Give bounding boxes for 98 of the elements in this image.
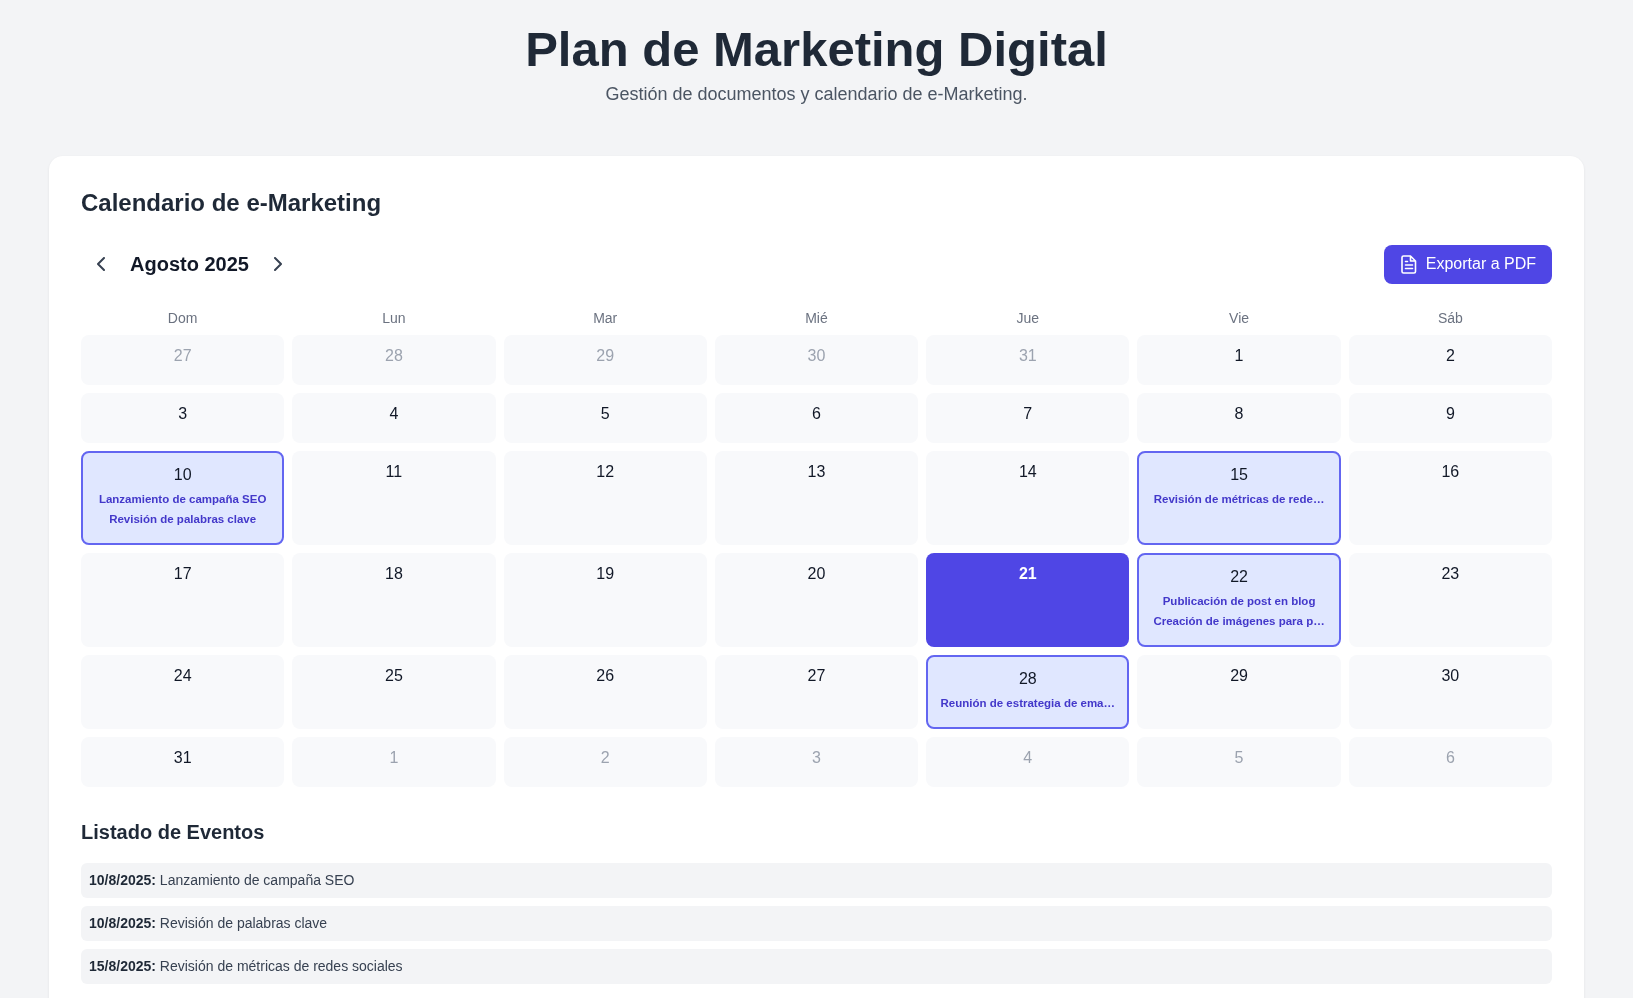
day-number: 27 <box>807 666 826 686</box>
calendar-event: Publicación de post en blog <box>1162 594 1316 609</box>
day-number: 27 <box>173 346 192 366</box>
day-number: 15 <box>1230 465 1248 485</box>
chevron-right-icon <box>273 257 282 271</box>
day-number: 6 <box>1445 748 1455 768</box>
day-number: 1 <box>389 748 399 768</box>
weekday-label: Vie <box>1229 309 1250 328</box>
day-number: 28 <box>385 346 403 366</box>
day-number: 6 <box>812 404 821 424</box>
day-number: 4 <box>1023 748 1033 768</box>
calendar-day[interactable]: 11 <box>292 451 496 545</box>
calendar-day[interactable]: 5 <box>503 393 707 443</box>
day-number: 31 <box>1018 346 1037 366</box>
day-number: 30 <box>807 346 826 366</box>
day-number: 31 <box>173 748 192 768</box>
calendar-day[interactable]: 21 <box>926 553 1130 647</box>
day-number: 5 <box>1234 748 1244 768</box>
day-number: 3 <box>812 748 821 768</box>
calendar-day[interactable]: 13 <box>714 451 919 545</box>
day-number: 5 <box>600 404 610 424</box>
day-number: 19 <box>596 564 615 584</box>
calendar-event: Reunión de estrategia de ema… <box>940 696 1115 711</box>
day-number: 16 <box>1441 462 1460 482</box>
day-number: 20 <box>807 564 826 584</box>
day-number: 18 <box>385 564 403 584</box>
day-number: 21 <box>1018 564 1037 584</box>
day-number: 22 <box>1230 567 1248 587</box>
day-number: 12 <box>596 462 615 482</box>
calendar-day[interactable]: 16 <box>1348 451 1552 545</box>
event-list-item: 15/8/2025: Revisión de métricas de redes sociales <box>81 949 1552 984</box>
day-number: 2 <box>600 748 610 768</box>
day-number: 29 <box>596 346 615 366</box>
day-number: 30 <box>1441 666 1460 686</box>
day-number: 10 <box>173 465 192 485</box>
day-number: 28 <box>1018 669 1037 689</box>
calendar-day[interactable]: 18 <box>292 553 496 647</box>
document-icon <box>1400 254 1417 274</box>
calendar-day[interactable]: 7 <box>926 393 1130 443</box>
weekday-label: Jue <box>1016 309 1040 328</box>
calendar-day[interactable]: 2 <box>1348 335 1552 385</box>
calendar-day[interactable]: 3 <box>81 393 285 443</box>
calendar-day[interactable]: 14 <box>926 451 1130 545</box>
calendar-event: Revisión de palabras clave <box>109 512 257 527</box>
day-number: 13 <box>807 462 826 482</box>
calendar-day[interactable]: 10 Lanzamiento de campaña SEO Revisión de palabras clave <box>81 451 285 545</box>
calendar-event: Revisión de métricas de rede… <box>1153 492 1325 507</box>
weekday-label: Mar <box>593 309 618 328</box>
day-number: 7 <box>1023 404 1033 424</box>
day-number: 17 <box>173 564 192 584</box>
day-number: 23 <box>1441 564 1460 584</box>
calendar-day[interactable]: 19 <box>503 553 707 647</box>
weekday-label: Sáb <box>1437 309 1463 328</box>
calendar-day[interactable]: 20 <box>714 553 919 647</box>
calendar-day[interactable]: 8 <box>1137 393 1341 443</box>
day-number: 14 <box>1018 462 1037 482</box>
day-number: 1 <box>1234 346 1244 366</box>
calendar-day[interactable]: 17 <box>81 553 285 647</box>
calendar-day[interactable]: 22 Publicación de post en blog Creación de imágenes para p… <box>1137 553 1341 647</box>
calendar-day[interactable]: 1 <box>1137 335 1341 385</box>
calendar-day[interactable]: 25 <box>292 655 496 729</box>
event-list-title: Listado de Eventos <box>81 820 265 845</box>
page-title: Plan de Marketing Digital <box>525 21 1108 78</box>
calendar-day[interactable]: 30 <box>1348 655 1552 729</box>
calendar-day[interactable]: 29 <box>1137 655 1341 729</box>
day-number: 29 <box>1230 666 1248 686</box>
calendar-day[interactable]: 23 <box>1348 553 1552 647</box>
month-label: Agosto 2025 <box>130 252 249 277</box>
page-subtitle: Gestión de documentos y calendario de e-Marketing. <box>605 83 1028 106</box>
day-number: 26 <box>596 666 615 686</box>
weekday-label: Mié <box>805 309 828 328</box>
calendar-day[interactable]: 24 <box>81 655 285 729</box>
day-number: 3 <box>178 404 188 424</box>
export-pdf-button[interactable]: Exportar a PDF <box>1383 244 1552 284</box>
weekday-label: Lun <box>382 309 406 328</box>
calendar-day[interactable]: 15 Revisión de métricas de rede… <box>1137 451 1341 545</box>
calendar-day[interactable]: 6 <box>714 393 919 443</box>
event-list-item: 10/8/2025: Lanzamiento de campaña SEO <box>81 863 1552 898</box>
calendar-day[interactable]: 28 Reunión de estrategia de ema… <box>926 655 1130 729</box>
calendar-event: Lanzamiento de campaña SEO <box>98 492 267 507</box>
day-number: 9 <box>1445 404 1455 424</box>
calendar-day[interactable]: 31 <box>81 737 285 787</box>
calendar-day[interactable]: 12 <box>503 451 707 545</box>
day-number: 2 <box>1445 346 1455 366</box>
day-number: 8 <box>1234 404 1244 424</box>
calendar-day[interactable]: 26 <box>503 655 707 729</box>
day-number: 4 <box>389 404 399 424</box>
weekday-label: Dom <box>167 309 198 328</box>
event-list-item: 10/8/2025: Revisión de palabras clave <box>81 906 1552 941</box>
chevron-left-icon <box>97 257 105 271</box>
day-number: 24 <box>173 666 192 686</box>
calendar-day[interactable]: 4 <box>292 393 496 443</box>
calendar-day[interactable]: 9 <box>1348 393 1552 443</box>
calendar-event: Creación de imágenes para p… <box>1153 614 1325 629</box>
day-number: 25 <box>385 666 403 686</box>
calendar-day[interactable]: 27 <box>714 655 919 729</box>
section-title: Calendario de e-Marketing <box>81 188 382 218</box>
day-number: 11 <box>385 462 403 482</box>
